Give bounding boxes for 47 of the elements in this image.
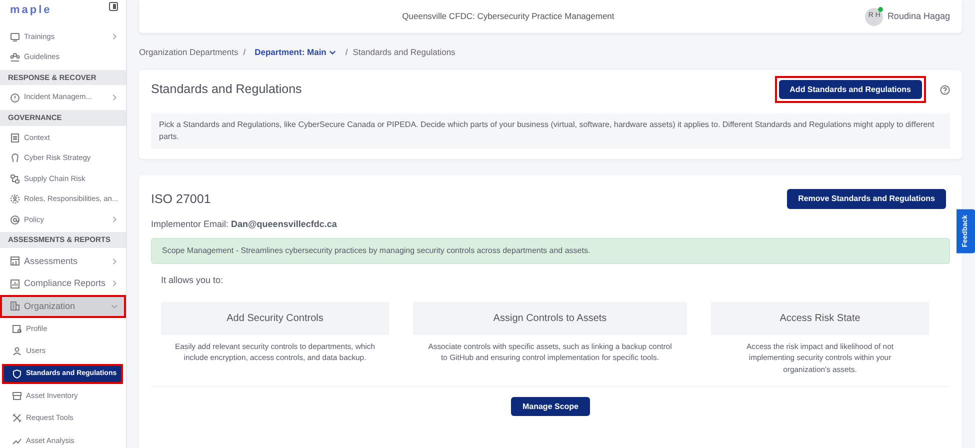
primary-button[interactable]: Add Standards and Regulations [778, 80, 922, 100]
chart-icon [10, 278, 20, 289]
primary-button[interactable]: Remove Standards and Regulations [787, 189, 946, 209]
feature-title: Assign Controls to Assets [413, 302, 687, 335]
chart-icon [10, 256, 20, 266]
chevron-right-icon[interactable] [111, 216, 118, 224]
user-icon [12, 346, 22, 356]
chevron-right-icon[interactable] [111, 258, 118, 265]
card-title: Standards and Regulations [151, 82, 303, 98]
breadcrumb-dropdown[interactable]: Department: Main [250, 46, 340, 59]
screen-icon [10, 32, 20, 42]
app-title: Queensville CFDC: Cybersecurity Practice Management [401, 10, 616, 23]
feature-title: Access Risk State [711, 302, 929, 335]
breadcrumb-link[interactable]: Organization Departments [139, 46, 238, 59]
people-icon [10, 194, 20, 204]
id-card-icon [12, 324, 22, 334]
breadcrumb-separator: / [345, 46, 348, 59]
people-icon [10, 52, 20, 62]
feature-title: Add Security Controls [161, 302, 389, 335]
shield-icon [12, 368, 22, 379]
caret-icon [329, 48, 336, 56]
chevron-down-icon[interactable] [111, 302, 118, 310]
sidebar-item[interactable]: Compliance Reports [0, 272, 126, 295]
box-icon [12, 390, 22, 401]
breadcrumb-current: Standards and Regulations [352, 46, 456, 59]
alert-icon [10, 92, 20, 102]
chain-icon [10, 174, 20, 184]
tools-icon [12, 413, 22, 424]
logo-text: maple [10, 3, 52, 18]
sidebar-toggle-icon[interactable] [109, 2, 118, 11]
help-icon[interactable] [940, 84, 950, 95]
sidebar-item[interactable]: Assessments [0, 250, 126, 272]
card-title: ISO 27001 [151, 192, 212, 207]
chevron-right-icon[interactable] [111, 33, 118, 40]
at-icon [10, 214, 20, 225]
building-icon [10, 301, 20, 312]
info-alert: Scope Management - Streamlines cybersecurity practices by managing security controls across departments and assets. [151, 238, 950, 264]
user-name[interactable]: Roudina Hagag [887, 10, 950, 24]
chevron-right-icon[interactable] [111, 94, 118, 101]
description-text: Pick a Standards and Regulations, like CyberSecure Canada or PIPEDA. Decide which parts of your business (virtual, software, hardware assets) it applies to. Different Standards and Regulations might apply to different parts. [151, 113, 950, 150]
implementor-email: Implementor Email: Dan@queensvillecfdc.ca [151, 218, 338, 231]
breadcrumb-separator: / [243, 46, 246, 59]
sidebar-item[interactable]: Organization [0, 294, 126, 318]
intro-text: It allows you to: [161, 274, 224, 288]
document-icon [10, 132, 20, 143]
chevron-right-icon[interactable] [111, 280, 118, 288]
manage-scope-button[interactable]: Manage Scope [511, 396, 590, 416]
